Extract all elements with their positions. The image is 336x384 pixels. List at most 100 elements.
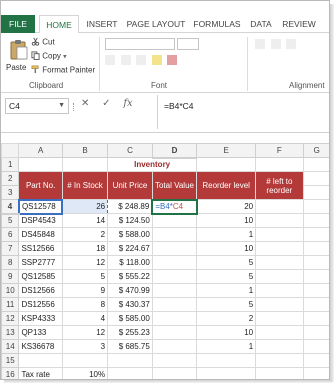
cell[interactable] xyxy=(255,367,304,379)
cell-reorder-level[interactable]: 2 xyxy=(196,311,257,326)
cell[interactable] xyxy=(302,269,329,284)
cell[interactable] xyxy=(302,185,329,200)
copy-button[interactable]: Copy ▾ xyxy=(31,51,67,62)
cell-left-to-reorder[interactable] xyxy=(255,269,304,284)
cell-total-value[interactable] xyxy=(151,255,198,270)
cancel-icon[interactable]: ✕ xyxy=(81,98,89,109)
align-top-icon[interactable] xyxy=(255,39,265,49)
cell-left-to-reorder[interactable] xyxy=(255,311,304,326)
cell-in-stock[interactable]: 4 xyxy=(61,311,109,326)
enter-icon[interactable]: ✓ xyxy=(102,98,110,109)
column-header-g[interactable]: G xyxy=(302,143,329,158)
tab-data[interactable]: DATA xyxy=(247,15,275,33)
cell[interactable] xyxy=(151,367,198,379)
tab-home[interactable]: HOME xyxy=(39,15,79,34)
row-header[interactable]: 8 xyxy=(1,255,20,270)
cell[interactable] xyxy=(302,157,329,172)
cell-reorder-level[interactable]: 10 xyxy=(196,241,257,256)
format-painter-button[interactable]: Format Painter xyxy=(31,65,95,76)
cell[interactable] xyxy=(302,325,329,340)
cell-part-no[interactable]: QS12578 xyxy=(17,198,64,215)
header-unit-price[interactable]: Unit Price xyxy=(107,171,153,200)
cell[interactable] xyxy=(196,157,257,172)
row-header[interactable]: 6 xyxy=(1,227,20,242)
cell-total-value[interactable] xyxy=(151,283,198,298)
cell-part-no[interactable]: QP133 xyxy=(18,325,63,340)
cell[interactable] xyxy=(255,157,304,172)
cell-reorder-level[interactable]: 1 xyxy=(196,227,257,242)
cell-reorder-level[interactable]: 1 xyxy=(196,339,257,354)
cell-part-no[interactable]: DS12556 xyxy=(18,297,63,312)
font-color-icon[interactable] xyxy=(167,55,178,65)
font-size-box[interactable] xyxy=(177,38,199,50)
tax-rate-value[interactable]: 10% xyxy=(61,367,109,379)
name-box[interactable]: C4 ▼ xyxy=(5,98,69,114)
row-header[interactable]: 9 xyxy=(1,269,20,284)
cell-part-no[interactable]: KSP4333 xyxy=(18,311,63,326)
cell-unit-price[interactable]: $ 118.00 xyxy=(107,255,153,270)
cell-reorder-level[interactable]: 20 xyxy=(196,199,257,214)
cell[interactable] xyxy=(302,171,329,186)
font-name-box[interactable] xyxy=(105,38,175,50)
cell-total-value[interactable] xyxy=(151,297,198,312)
cell-part-no[interactable]: SS12566 xyxy=(18,241,63,256)
cell-left-to-reorder[interactable] xyxy=(255,199,304,214)
cut-button[interactable]: Cut xyxy=(31,37,55,48)
paste-button[interactable]: Paste xyxy=(3,35,29,79)
column-header-a[interactable]: A xyxy=(18,143,63,158)
cell-unit-price[interactable]: $ 430.37 xyxy=(107,297,153,312)
cell-total-value[interactable] xyxy=(151,269,198,284)
tab-file[interactable]: FILE xyxy=(1,15,35,33)
cell-unit-price[interactable]: $ 685.75 xyxy=(107,339,153,354)
column-header-b[interactable]: B xyxy=(61,143,109,158)
row-header[interactable]: 12 xyxy=(1,311,20,326)
row-header[interactable]: 14 xyxy=(1,339,20,354)
cell-in-stock[interactable]: 14 xyxy=(61,213,109,228)
cell[interactable] xyxy=(302,297,329,312)
cell-left-to-reorder[interactable] xyxy=(255,339,304,354)
row-header[interactable]: 11 xyxy=(1,297,20,312)
cell-reorder-level[interactable]: 10 xyxy=(196,213,257,228)
cell-total-value-editing[interactable]: =B4*C4 xyxy=(151,198,198,215)
cell[interactable] xyxy=(107,367,153,379)
select-all-corner[interactable] xyxy=(1,143,20,158)
column-header-f[interactable]: F xyxy=(255,143,304,158)
cell[interactable] xyxy=(302,311,329,326)
cell[interactable] xyxy=(18,353,63,368)
cell[interactable] xyxy=(302,367,329,379)
cell-in-stock[interactable]: 2 xyxy=(61,227,109,242)
header-reorder-level[interactable]: Reorder level xyxy=(196,171,257,200)
cell[interactable] xyxy=(255,353,304,368)
cell-in-stock[interactable]: 9 xyxy=(61,283,109,298)
cell[interactable] xyxy=(302,199,329,214)
cell-total-value[interactable] xyxy=(151,339,198,354)
cell-in-stock[interactable]: 5 xyxy=(61,269,109,284)
cell-left-to-reorder[interactable] xyxy=(255,325,304,340)
cell-unit-price[interactable]: $ 585.00 xyxy=(107,311,153,326)
column-header-e[interactable]: E xyxy=(196,143,257,158)
formula-input[interactable]: =B4*C4 xyxy=(157,95,329,129)
tab-formulas[interactable]: FORMULAS xyxy=(191,15,243,33)
cell-in-stock[interactable]: 12 xyxy=(61,325,109,340)
resize-handle[interactable] xyxy=(73,103,75,111)
cell-part-no[interactable]: SSP2777 xyxy=(18,255,63,270)
cell-part-no[interactable]: DS45848 xyxy=(18,227,63,242)
insert-function-icon[interactable]: fx xyxy=(123,98,132,109)
cell[interactable] xyxy=(61,157,109,172)
cell-in-stock[interactable]: 18 xyxy=(61,241,109,256)
cell-reorder-level[interactable]: 1 xyxy=(196,283,257,298)
tab-page-layout[interactable]: PAGE LAYOUT xyxy=(125,15,187,33)
cell-unit-price[interactable]: $ 555.22 xyxy=(107,269,153,284)
cell[interactable] xyxy=(61,353,109,368)
cell-unit-price[interactable]: $ 470.99 xyxy=(107,283,153,298)
worksheet-grid[interactable]: A B C D E F G 1 Inventory 2 Part No. # I… xyxy=(1,143,329,379)
cell-reorder-level[interactable]: 5 xyxy=(196,297,257,312)
cell[interactable] xyxy=(18,157,63,172)
cell-in-stock[interactable]: 12 xyxy=(61,255,109,270)
row-header[interactable]: 15 xyxy=(1,353,20,368)
cell-reorder-level[interactable]: 5 xyxy=(196,269,257,284)
header-total-value[interactable]: Total Value xyxy=(151,171,198,200)
cell[interactable] xyxy=(107,353,153,368)
cell-part-no[interactable]: QS12585 xyxy=(18,269,63,284)
cell[interactable] xyxy=(196,367,257,379)
